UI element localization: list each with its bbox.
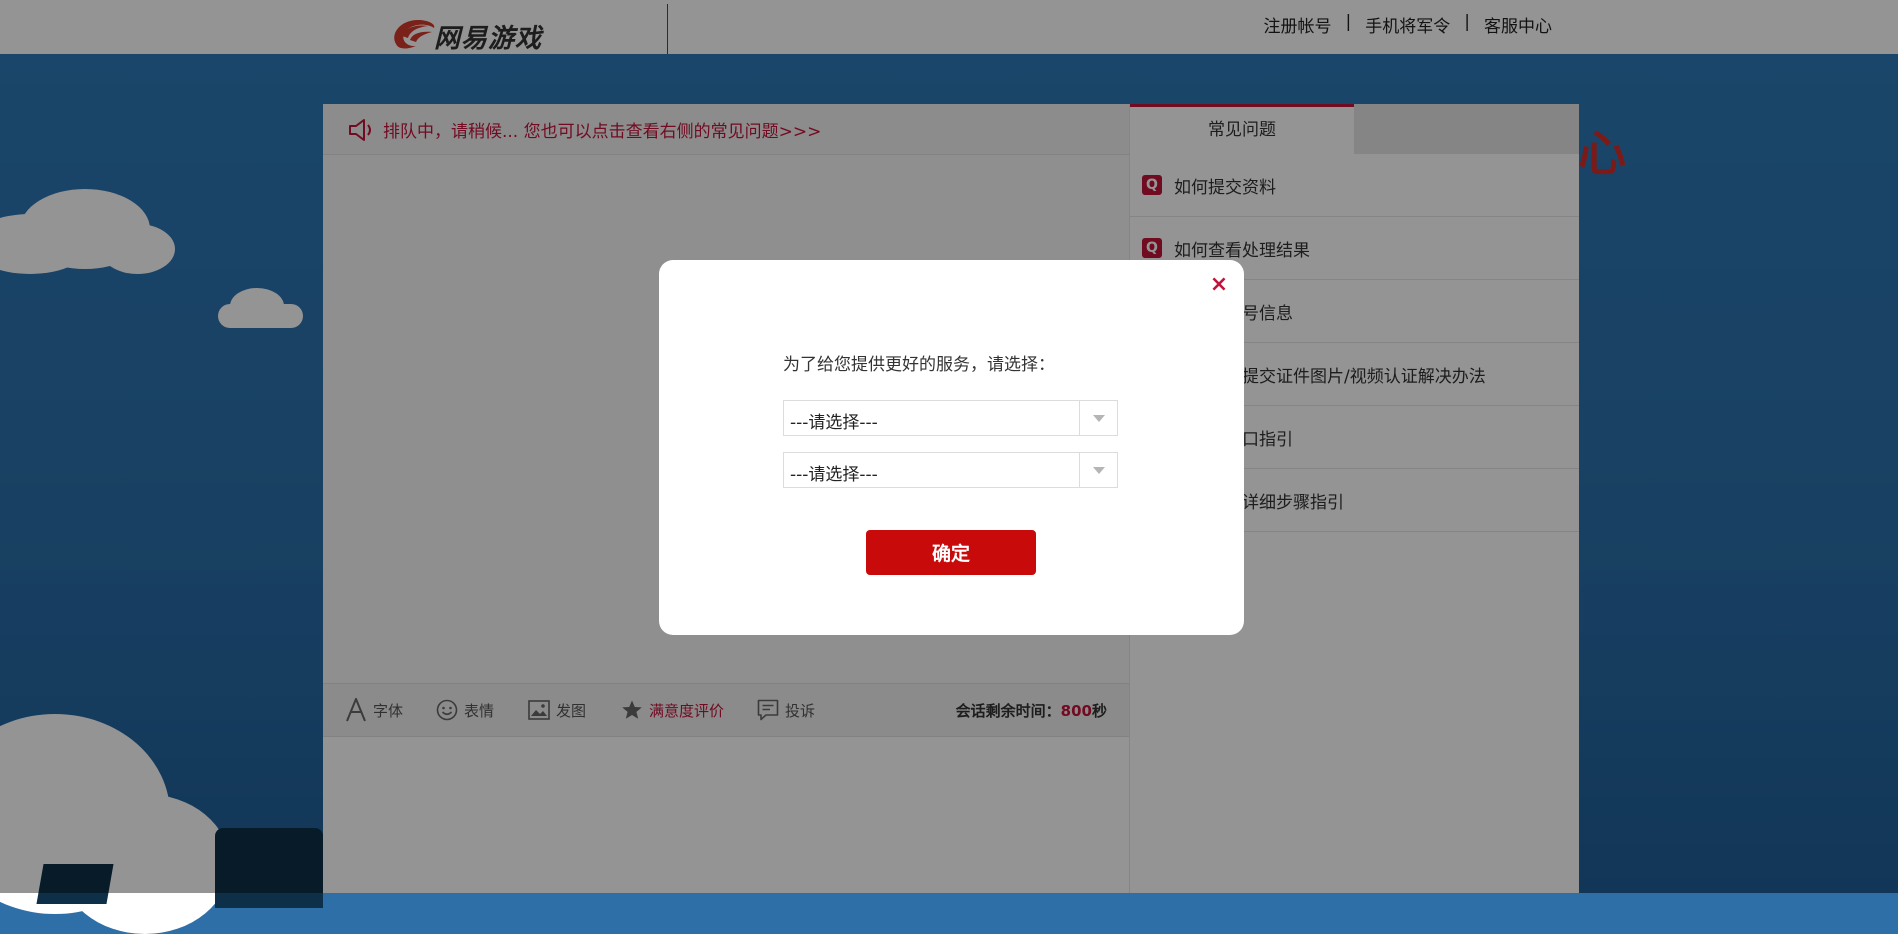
category-select-value: ---请选择--- bbox=[790, 413, 878, 433]
subcategory-select-value: ---请选择--- bbox=[790, 465, 878, 485]
category-select[interactable]: ---请选择--- bbox=[783, 400, 1118, 436]
dropdown-toggle[interactable] bbox=[1079, 401, 1117, 435]
chevron-down-icon bbox=[1093, 467, 1105, 474]
chevron-down-icon bbox=[1093, 415, 1105, 422]
modal-prompt: 为了给您提供更好的服务，请选择： bbox=[783, 355, 1055, 375]
confirm-button[interactable]: 确定 bbox=[866, 530, 1036, 575]
subcategory-select[interactable]: ---请选择--- bbox=[783, 452, 1118, 488]
dropdown-toggle[interactable] bbox=[1079, 453, 1117, 487]
close-icon[interactable]: × bbox=[1206, 272, 1232, 298]
service-selection-modal: × 为了给您提供更好的服务，请选择： ---请选择--- ---请选择--- 确… bbox=[659, 260, 1244, 635]
